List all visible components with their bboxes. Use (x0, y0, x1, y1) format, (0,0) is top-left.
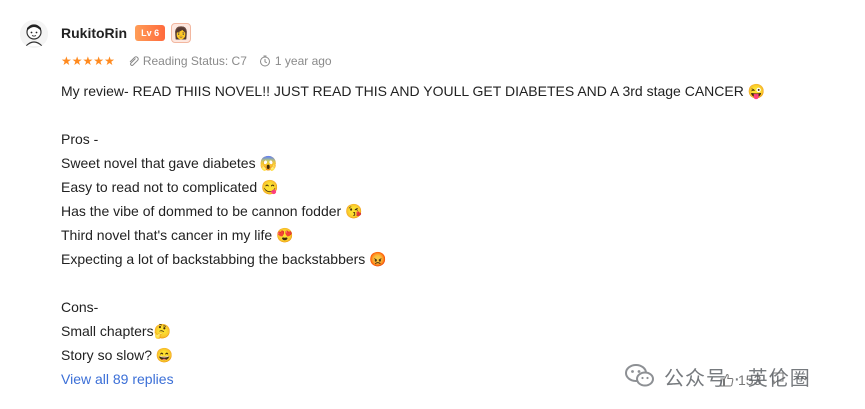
paperclip-icon (129, 56, 139, 66)
review-line: Cons- (61, 299, 99, 315)
achievement-badge-icon: 👩 (171, 23, 192, 43)
review-actions: 153 (720, 371, 809, 388)
username[interactable]: RukitoRin (61, 25, 127, 41)
level-badge-text: Lv 6 (141, 28, 160, 38)
review-time: 1 year ago (259, 54, 332, 68)
review-line: Has the vibe of dommed to be cannon fodd… (61, 203, 363, 219)
like-button[interactable]: 153 (720, 372, 761, 388)
clock-icon (259, 55, 270, 67)
review-meta: ★★★★★ Reading Status: C7 1 year ago (61, 52, 332, 70)
rating-stars: ★★★★★ (61, 54, 115, 68)
comment-icon (772, 372, 784, 385)
review-line: Easy to read not to complicated 😋 (61, 179, 279, 195)
comment-button[interactable] (771, 371, 785, 388)
like-count: 153 (738, 371, 762, 388)
review-line: Third novel that's cancer in my life 😍 (61, 227, 294, 243)
avatar-icon (20, 20, 48, 48)
review-line: Small chapters🤔 (61, 323, 172, 339)
star-icon: ★ (93, 54, 105, 68)
more-dots-icon (797, 376, 808, 380)
reading-status: Reading Status: C7 (127, 54, 247, 68)
level-badge: Lv 6 (135, 25, 166, 41)
view-replies-link[interactable]: View all 89 replies (61, 371, 174, 387)
avatar[interactable] (20, 20, 48, 48)
review-body: My review- READ THIIS NOVEL!! JUST READ … (61, 79, 841, 367)
review-header: RukitoRin Lv 6 👩 (61, 22, 192, 44)
star-icon: ★ (71, 54, 83, 68)
review-line: Story so slow? 😄 (61, 347, 174, 363)
star-icon: ★ (104, 54, 115, 68)
review-line: Expecting a lot of backstabbing the back… (61, 251, 387, 267)
star-icon: ★ (61, 54, 72, 68)
review-line: Sweet novel that gave diabetes 😱 (61, 155, 277, 171)
review-line: Pros - (61, 131, 99, 147)
reading-status-text: Reading Status: C7 (142, 54, 247, 68)
review-line-blank (61, 271, 841, 295)
thumbs-up-icon (720, 373, 734, 386)
more-options-button[interactable] (795, 371, 809, 388)
review-line-blank (61, 103, 841, 127)
time-ago-text: 1 year ago (274, 54, 332, 68)
star-icon: ★ (82, 54, 94, 68)
review-line: My review- READ THIIS NOVEL!! JUST READ … (61, 83, 766, 99)
